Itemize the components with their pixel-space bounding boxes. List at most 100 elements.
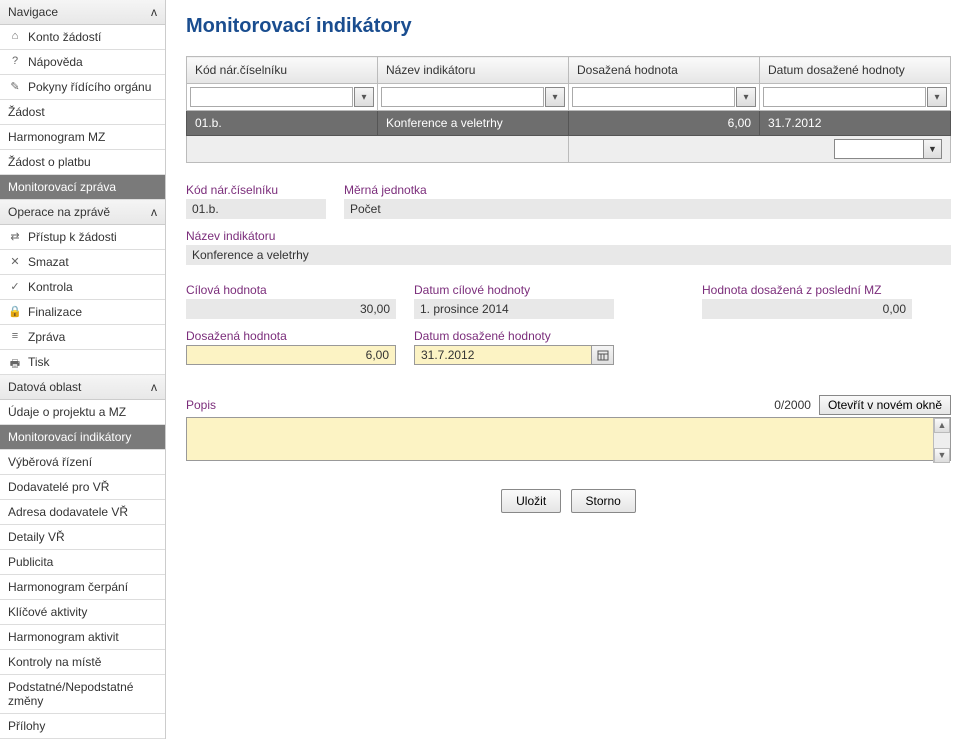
nav-item-icon: ✎	[8, 80, 22, 93]
filter-name-button[interactable]: ▾	[545, 87, 565, 107]
nav-section-header[interactable]: Operace na zprávěʌ	[0, 200, 165, 225]
nav-item[interactable]: ⌂Konto žádostí	[0, 25, 165, 50]
chevron-up-icon[interactable]: ʌ	[151, 380, 157, 394]
nav-item[interactable]: ✎ Pokyny řídícího orgánu	[0, 75, 165, 100]
nav-item[interactable]: Detaily VŘ	[0, 525, 165, 550]
filter-code-button[interactable]: ▾	[354, 87, 374, 107]
nav-item[interactable]: Harmonogram MZ	[0, 125, 165, 150]
nav-item[interactable]: Žádost o platbu	[0, 150, 165, 175]
nav-item[interactable]: Údaje o projektu a MZ	[0, 400, 165, 425]
nav-item-label: Zpráva	[28, 330, 65, 344]
nav-item[interactable]: Výběrová řízení	[0, 450, 165, 475]
nav-item-label: Tisk	[28, 355, 50, 369]
label-mj: Měrná jednotka	[344, 183, 951, 197]
popis-counter: 0/2000	[774, 398, 811, 412]
calendar-icon	[597, 349, 609, 361]
nav-item-label: Přílohy	[8, 719, 45, 733]
nav-item-label: Nápověda	[28, 55, 83, 69]
nav-item[interactable]: 🔒 Finalizace	[0, 300, 165, 325]
field-dcil: 1. prosince 2014	[414, 299, 614, 319]
page-title: Monitorovací indikátory	[186, 15, 951, 38]
nav-item[interactable]: Dodavatelé pro VŘ	[0, 475, 165, 500]
filter-value-button[interactable]: ▾	[736, 87, 756, 107]
nav-item-label: Žádost o platbu	[8, 155, 91, 169]
footer-aggregate-input[interactable]	[834, 139, 924, 159]
nav-item-label: Finalizace	[28, 305, 82, 319]
nav-item-label: Harmonogram čerpání	[8, 580, 128, 594]
save-button[interactable]: Uložit	[501, 489, 561, 513]
filter-value-input[interactable]	[572, 87, 735, 107]
nav-item[interactable]: Harmonogram aktivit	[0, 625, 165, 650]
footer-aggregate-dropdown[interactable]: ▼	[924, 139, 942, 159]
nav-item-label: Klíčové aktivity	[8, 605, 87, 619]
nav-item[interactable]: ⇄ Přístup k žádosti	[0, 225, 165, 250]
nav-item-label: Pokyny řídícího orgánu	[28, 80, 151, 94]
field-nazev: Konference a veletrhy	[186, 245, 951, 265]
calendar-button[interactable]	[592, 345, 614, 365]
nav-item[interactable]: Adresa dodavatele VŘ	[0, 500, 165, 525]
nav-item-label: Detaily VŘ	[8, 530, 65, 544]
chevron-up-icon[interactable]: ʌ	[151, 5, 157, 19]
filter-name-input[interactable]	[381, 87, 544, 107]
open-new-window-button[interactable]: Otevřít v novém okně	[819, 395, 951, 415]
nav-item[interactable]: Publicita	[0, 550, 165, 575]
cancel-button[interactable]: Storno	[571, 489, 636, 513]
field-cil: 30,00	[186, 299, 396, 319]
nav-item[interactable]: ✕Smazat	[0, 250, 165, 275]
label-dcil: Datum cílové hodnoty	[414, 283, 614, 297]
filter-code-input[interactable]	[190, 87, 353, 107]
label-ddos: Datum dosažené hodnoty	[414, 329, 614, 343]
indicators-grid: Kód nár.číselníku Název indikátoru Dosaž…	[186, 56, 951, 163]
nav-item-icon: 🔒	[8, 305, 22, 318]
nav-section-header[interactable]: Navigaceʌ	[0, 0, 165, 25]
nav-item[interactable]: 🖶 Tisk	[0, 350, 165, 375]
nav-item-icon: ≡	[8, 330, 22, 342]
filter-date-input[interactable]	[763, 87, 926, 107]
nav-item[interactable]: Harmonogram čerpání	[0, 575, 165, 600]
nav-item-icon: 🖶	[8, 355, 22, 374]
nav-item-label: Kontrola	[28, 280, 73, 294]
nav-item-icon: ⇄	[8, 230, 22, 243]
nav-item-label: Monitorovací zpráva	[8, 180, 116, 194]
nav-section-header[interactable]: Datová oblastʌ	[0, 375, 165, 400]
label-cil: Cílová hodnota	[186, 283, 396, 297]
popis-textarea[interactable]	[186, 417, 951, 461]
field-mj: Počet	[344, 199, 951, 219]
textarea-scrollbar[interactable]: ▲ ▼	[933, 418, 950, 463]
nav-item-label: Žádost	[8, 105, 45, 119]
nav-item-label: Konto žádostí	[28, 30, 101, 44]
field-dos[interactable]: 6,00	[186, 345, 396, 365]
nav-item-label: Přístup k žádosti	[28, 230, 117, 244]
label-nazev: Název indikátoru	[186, 229, 951, 243]
nav-item-label: Údaje o projektu a MZ	[8, 405, 126, 419]
col-date[interactable]: Datum dosažené hodnoty	[760, 57, 951, 84]
nav-item[interactable]: ≡ Zpráva	[0, 325, 165, 350]
col-code[interactable]: Kód nár.číselníku	[187, 57, 378, 84]
nav-item[interactable]: Monitorovací indikátory	[0, 425, 165, 450]
nav-item-label: Smazat	[28, 255, 69, 269]
cell-date: 31.7.2012	[760, 111, 951, 136]
col-name[interactable]: Název indikátoru	[378, 57, 569, 84]
cell-code: 01.b.	[187, 111, 378, 136]
nav-item-icon: ✓	[8, 280, 22, 293]
nav-item[interactable]: Monitorovací zpráva	[0, 175, 165, 200]
filter-date-button[interactable]: ▾	[927, 87, 947, 107]
nav-item[interactable]: Přílohy	[0, 714, 165, 739]
nav-item[interactable]: ?Nápověda	[0, 50, 165, 75]
field-ddos[interactable]: 31.7.2012	[414, 345, 592, 365]
label-hdmz: Hodnota dosažená z poslední MZ	[702, 283, 912, 297]
nav-item[interactable]: Žádost	[0, 100, 165, 125]
col-value[interactable]: Dosažená hodnota	[569, 57, 760, 84]
nav-item[interactable]: ✓ Kontrola	[0, 275, 165, 300]
nav-item-label: Publicita	[8, 555, 53, 569]
grid-header-row: Kód nár.číselníku Název indikátoru Dosaž…	[187, 57, 951, 84]
scroll-down-icon[interactable]: ▼	[934, 448, 950, 463]
nav-item[interactable]: Klíčové aktivity	[0, 600, 165, 625]
field-kod: 01.b.	[186, 199, 326, 219]
grid-data-row[interactable]: 01.b. Konference a veletrhy 6,00 31.7.20…	[187, 111, 951, 136]
scroll-up-icon[interactable]: ▲	[934, 418, 950, 433]
nav-item[interactable]: Kontroly na místě	[0, 650, 165, 675]
nav-item[interactable]: Podstatné/Nepodstatné změny	[0, 675, 165, 714]
chevron-up-icon[interactable]: ʌ	[151, 205, 157, 219]
label-kod: Kód nár.číselníku	[186, 183, 326, 197]
